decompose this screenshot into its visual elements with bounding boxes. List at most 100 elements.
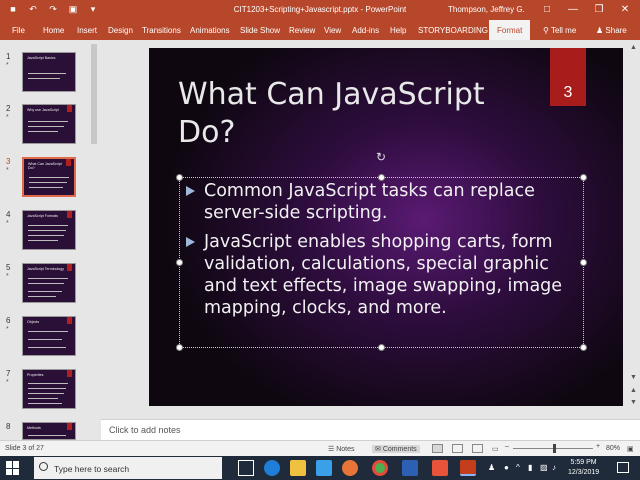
tab-design[interactable]: Design [108,26,133,35]
resize-handle[interactable] [580,259,587,266]
ribbon-display-icon[interactable]: □ [536,2,558,17]
tray-microphone-icon[interactable]: ● [504,463,509,472]
store-icon[interactable] [316,460,332,476]
previous-slide-icon[interactable]: ▲ [630,387,637,394]
scroll-up-icon[interactable]: ▲ [630,44,637,51]
resize-handle[interactable] [580,344,587,351]
thumbnail-slide-8[interactable]: Methods [22,422,76,440]
tab-format[interactable]: Format [489,20,531,40]
notes-button[interactable]: ☰ Notes [328,445,355,453]
tray-overflow-icon[interactable]: ^ [516,463,520,472]
zoom-in-icon[interactable]: + [596,443,600,450]
close-icon[interactable]: ✕ [614,2,636,17]
clock-time: 5:59 PM [570,459,597,466]
user-name[interactable]: Thompson, Jeffrey G. [448,5,525,14]
tab-animations[interactable]: Animations [190,26,230,35]
tab-help[interactable]: Help [390,26,406,35]
comments-button-label: Comments [382,446,417,453]
tray-person-icon[interactable]: ♟ [488,463,495,472]
zoom-slider-thumb[interactable] [553,444,556,453]
app-icon[interactable] [402,460,418,476]
comments-button[interactable]: ✉ Comments [372,445,420,453]
search-icon [39,462,48,471]
thumbnail-slide-3[interactable]: What Can JavaScript Do? [22,157,76,197]
zoom-out-icon[interactable]: – [505,443,509,450]
tab-transitions[interactable]: Transitions [142,26,181,35]
thumbnail-text-line [28,435,66,436]
bullet-text: JavaScript enables shopping carts, form … [204,232,563,318]
thumbnail-text-line [28,283,64,284]
reading-view-icon[interactable] [472,444,483,453]
thumbnail-slide-7[interactable]: Properties [22,369,76,409]
slide-sorter-icon[interactable] [452,444,463,453]
tab-insert[interactable]: Insert [77,26,97,35]
thumbnail-slide-5[interactable]: JavaScript Terminology [22,263,76,303]
thumbnail-text-line [29,182,67,183]
thumbnail-star-icon: * [6,220,9,227]
tray-network-icon[interactable]: ▨ [540,463,548,472]
resize-handle[interactable] [176,344,183,351]
tell-me-search[interactable]: ⚲ Tell me [543,26,576,35]
share-label: Share [605,26,627,35]
tab-view[interactable]: View [324,26,341,35]
thumbnail-slide-2[interactable]: Why use JavaScript [22,104,76,144]
scroll-down-icon[interactable]: ▼ [630,374,637,381]
thumbnail-text-line [28,78,60,79]
slide-canvas[interactable]: What Can JavaScript Do? 3 ↻ Common JavaS… [149,48,623,406]
tab-home[interactable]: Home [43,26,64,35]
firefox-icon[interactable] [342,460,358,476]
app-icon[interactable] [432,460,448,476]
tab-review[interactable]: Review [289,26,315,35]
thumbnail-slide-1[interactable]: JavaScript Basics [22,52,76,92]
tab-add-ins[interactable]: Add-ins [352,26,379,35]
chrome-icon[interactable] [372,460,388,476]
slideshow-view-icon[interactable]: ▭ [492,445,499,453]
thumbnail-number: 1 [6,52,11,61]
tab-file[interactable]: File [12,26,25,35]
tray-battery-icon[interactable]: ▮ [528,463,532,472]
notifications-icon[interactable] [617,462,629,473]
bullet-item[interactable]: Common JavaScript tasks can replace serv… [186,180,576,224]
maximize-icon[interactable]: ❐ [588,2,610,17]
powerpoint-icon[interactable] [460,460,476,476]
slide-title[interactable]: What Can JavaScript Do? [178,76,538,152]
thumbnail-text-line [28,126,64,127]
thumbnail-number: 4 [6,210,11,219]
next-slide-icon[interactable]: ▼ [630,399,637,406]
resize-handle[interactable] [580,174,587,181]
bullet-item[interactable]: JavaScript enables shopping carts, form … [186,231,576,319]
share-button[interactable]: ♟ Share [596,26,627,35]
thumbnail-slide-4[interactable]: JavaScript Formats [22,210,76,250]
thumbnail-title: Objects [27,320,40,324]
fit-slide-icon[interactable]: ▣ [627,445,634,453]
thumbnail-number: 3 [6,157,11,166]
editor-scrollbar[interactable]: ▲ ▼ ▲ ▼ [629,44,639,414]
notes-pane[interactable]: Click to add notes [101,419,640,440]
file-explorer-icon[interactable] [290,460,306,476]
tab-slide-show[interactable]: Slide Show [240,26,280,35]
zoom-level[interactable]: 80% [606,445,620,452]
tell-me-label: Tell me [550,26,577,35]
thumbnail-scrollbar[interactable] [91,44,97,144]
slide-number-badge: 3 [550,48,586,106]
thumbnail-text-line [29,177,69,178]
content-placeholder[interactable]: ↻ Common JavaScript tasks can replace se… [176,151,587,351]
resize-handle[interactable] [176,259,183,266]
tray-volume-icon[interactable]: ♪ [552,463,556,472]
thumbnail-text-line [28,388,66,389]
thumbnail-number: 6 [6,316,11,325]
windows-start-icon[interactable] [6,461,20,475]
rotate-handle-icon[interactable]: ↻ [376,151,388,163]
resize-handle[interactable] [176,174,183,181]
thumbnail-text-line [28,230,66,231]
resize-handle[interactable] [378,344,385,351]
normal-view-icon[interactable] [432,444,443,453]
thumbnail-text-line [28,339,62,340]
taskbar-clock[interactable]: 5:59 PM 12/3/2019 [568,458,599,478]
taskbar-search[interactable]: Type here to search [34,457,222,479]
minimize-icon[interactable]: — [562,2,584,17]
thumbnail-slide-6[interactable]: Objects [22,316,76,356]
edge-icon[interactable] [264,460,280,476]
task-view-icon[interactable] [238,460,254,476]
tab-storyboarding[interactable]: STORYBOARDING [418,26,488,35]
